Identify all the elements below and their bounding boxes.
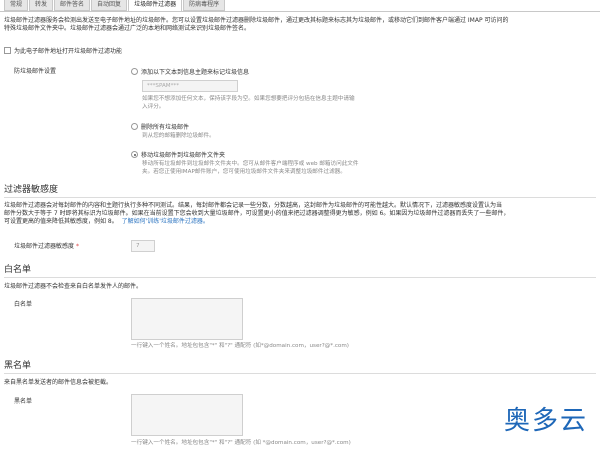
tab-general[interactable]: 常规: [4, 0, 29, 11]
tab-auto-reply[interactable]: 自动回复: [91, 0, 128, 11]
enable-filter-row[interactable]: 为此电子邮件地址打开垃圾邮件过滤功能: [4, 47, 122, 56]
watermark-logo: 奥多云: [503, 405, 588, 436]
option2-hint: 到从您的邮箱删除垃圾邮件。: [142, 133, 215, 139]
blacklist-hint: 一行键入一个姓名。地址包包含"*" 和"?" 通配符 (如 *@domain.c…: [131, 440, 351, 446]
option-move-spam[interactable]: 移动垃圾邮件到垃圾邮件文件夹: [131, 151, 225, 160]
option1-hint: 如果您不想添加任何文本，保持该字段为空。如果您想要把评分包括在信息主题中请输 入…: [142, 96, 355, 110]
option-delete-spam[interactable]: 删除所有垃圾邮件: [131, 123, 189, 132]
sensitivity-description: 垃圾邮件过滤器会对每封邮件的内容和主题行执行多种不同测试。结果，每封邮件都会记录…: [4, 202, 510, 226]
delete-spam-radio[interactable]: [131, 123, 138, 130]
sensitivity-input[interactable]: 7: [131, 240, 155, 252]
whitelist-section-title: 白名单: [4, 265, 32, 275]
blacklist-description: 来自黑名单发送者的邮件信息会被拒截。: [4, 379, 113, 386]
whitelist-textarea[interactable]: [131, 298, 243, 340]
tab-spam-filter[interactable]: 垃圾邮件过滤器: [128, 0, 183, 11]
learn-training-link[interactable]: 了解如何'训练'垃圾邮件过滤器。: [122, 218, 209, 225]
blacklist-divider: [4, 373, 596, 374]
sensitivity-divider: [4, 197, 596, 198]
spam-tag-input[interactable]: ***SPAM***: [142, 80, 238, 92]
mark-subject-radio[interactable]: [131, 68, 138, 75]
sensitivity-field-label: 垃圾邮件过滤器敏感度 *: [14, 243, 79, 250]
enable-filter-checkbox[interactable]: [4, 47, 11, 54]
sensitivity-section-title: 过滤器敏感度: [4, 185, 59, 195]
whitelist-description: 垃圾邮件过滤器不会检查来自白名单发件人的邮件。: [4, 283, 143, 290]
whitelist-divider: [4, 277, 596, 278]
whitelist-field-label: 白名单: [14, 301, 33, 308]
tab-bar: 常规 转发 邮件答名 自动回复 垃圾邮件过滤器 防病毒程序: [4, 0, 226, 11]
spam-settings-label: 防垃圾邮件设置: [14, 68, 57, 75]
intro-text: 垃圾邮件过滤器服务会检测出发送至电子邮件地址的垃圾邮件。您可以设置垃圾邮件过滤器…: [4, 17, 509, 33]
tab-antivirus[interactable]: 防病毒程序: [183, 0, 226, 11]
option-mark-subject[interactable]: 添加以下文本到信息主题来标记垃圾信息: [131, 68, 249, 77]
move-spam-radio[interactable]: [131, 151, 138, 158]
blacklist-textarea[interactable]: [131, 394, 243, 436]
option3-hint: 移动所有垃圾邮件到垃圾邮件文件夹中。您可从邮件客户端程序或 web 邮箱访问此文…: [142, 161, 359, 175]
blacklist-section-title: 黑名单: [4, 361, 32, 371]
tab-divider: [0, 11, 600, 12]
whitelist-hint: 一行键入一个姓名。地址包包含"*" 和"?" 通配符 (如*@domain.co…: [131, 343, 349, 349]
blacklist-field-label: 黑名单: [14, 398, 33, 405]
required-mark: *: [75, 243, 79, 250]
tab-signature[interactable]: 邮件答名: [54, 0, 91, 11]
tab-forwarding[interactable]: 转发: [29, 0, 54, 11]
